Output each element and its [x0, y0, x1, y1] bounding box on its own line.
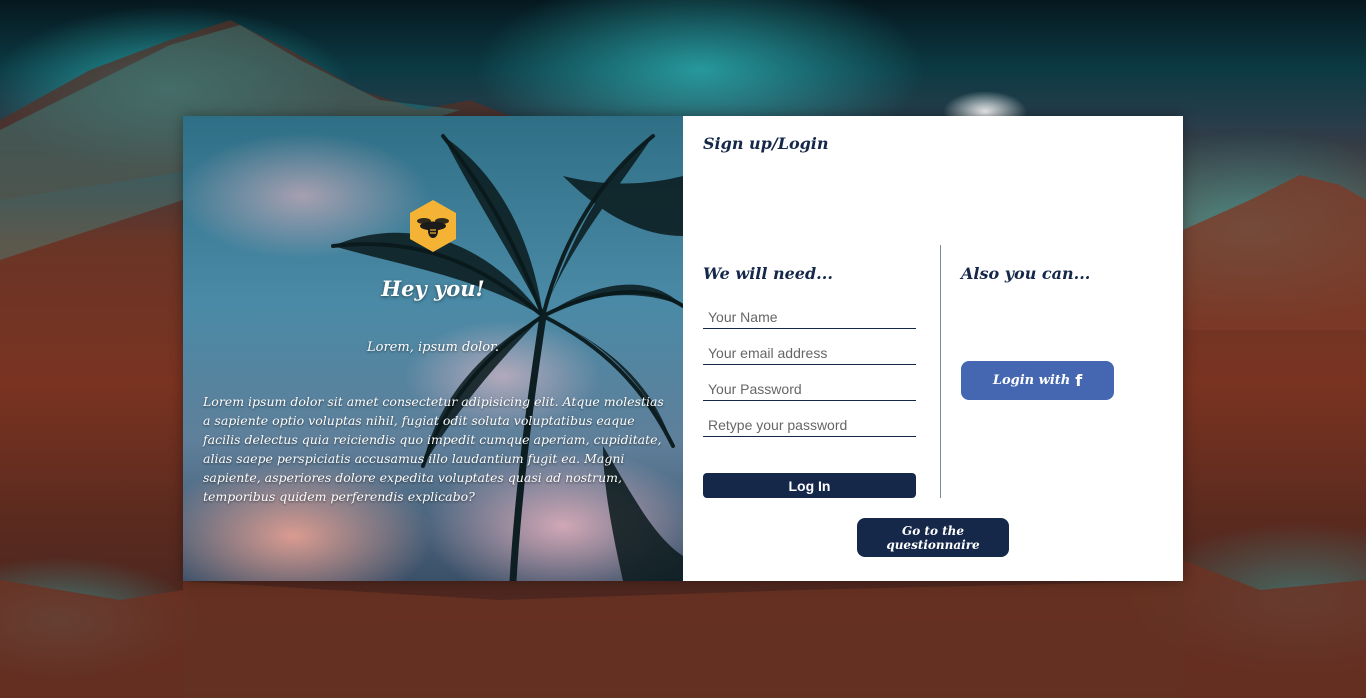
auth-card: Hey you! Lorem, ipsum dolor. Lorem ipsum… — [183, 116, 1183, 581]
questionnaire-button[interactable]: Go to the questionnaire — [857, 518, 1009, 557]
login-button[interactable]: Log In — [703, 473, 916, 498]
welcome-panel: Hey you! Lorem, ipsum dolor. Lorem ipsum… — [183, 116, 683, 581]
name-field[interactable] — [703, 305, 916, 329]
welcome-subheading: Lorem, ipsum dolor. — [367, 340, 499, 355]
facebook-login-button[interactable]: Login with f — [961, 361, 1114, 400]
required-fields-heading: We will need... — [703, 264, 833, 283]
column-divider — [940, 245, 941, 498]
password-field[interactable] — [703, 377, 916, 401]
welcome-heading: Hey you! — [381, 276, 485, 301]
facebook-login-label: Login with — [992, 373, 1071, 388]
bee-hexagon-icon — [410, 200, 456, 252]
welcome-paragraph: Lorem ipsum dolor sit amet consectetur a… — [203, 394, 664, 504]
signup-login-panel: Sign up/Login We will need... Also you c… — [683, 116, 1183, 581]
retype-password-field[interactable] — [703, 413, 916, 437]
alternative-options-heading: Also you can... — [961, 264, 1091, 283]
facebook-icon: f — [1075, 371, 1083, 390]
email-field[interactable] — [703, 341, 916, 365]
page-title: Sign up/Login — [703, 134, 829, 153]
